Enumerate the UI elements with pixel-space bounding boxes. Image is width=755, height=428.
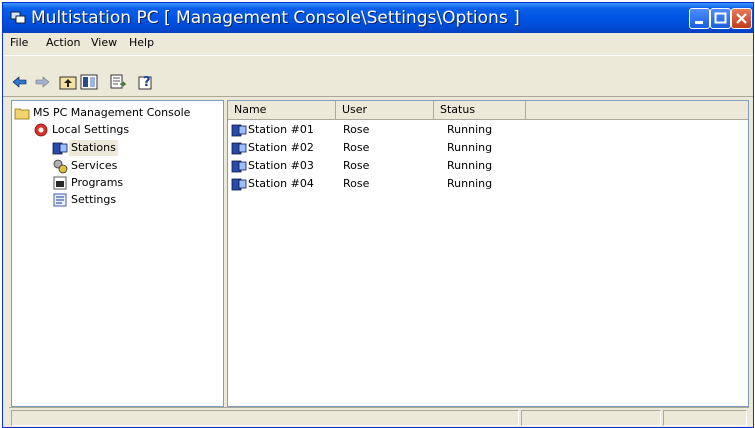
main-window: Multistation PC [ Management Console\Set… [2,2,754,428]
column-status-header[interactable]: Status [434,101,526,119]
close-icon [736,13,747,24]
tree-root-label: MS PC Management Console [33,106,191,119]
tree-local-settings-label: Local Settings [52,123,130,136]
tree-programs-label: Programs [71,176,124,189]
menu-view[interactable]: View [91,36,117,49]
maximize-icon [714,12,727,24]
status-pane-2 [521,410,661,426]
menu-bar: File Action View Help [3,33,753,53]
title-bar[interactable]: Multistation PC [ Management Console\Set… [3,3,753,33]
close-button[interactable] [731,8,752,29]
forward-arrow-icon[interactable] [33,73,51,91]
station-name: Station #02 [248,141,314,154]
up-folder-icon[interactable] [59,73,77,91]
column-user-header[interactable]: User [336,101,434,119]
station-user: Rose [343,141,370,154]
station-user: Rose [343,159,370,172]
tree-pane: MS PC Management Console Local Settings … [11,100,224,407]
column-name-header[interactable]: Name [228,101,336,119]
station-name: Station #01 [248,123,314,136]
station-user: Rose [343,177,370,190]
settings-icon [53,193,67,207]
station-status: Running [447,123,493,136]
list-item[interactable]: Station #03 Rose Running [228,157,748,175]
window-title: Multistation PC [ Management Console\Set… [31,8,520,28]
station-status: Running [447,177,493,190]
tree-services-label: Services [71,159,118,172]
svg-text:?: ? [143,75,151,90]
app-icon [10,11,26,24]
station-icon [231,160,247,173]
status-pane-main [11,410,519,426]
list-item[interactable]: Station #01 Rose Running [228,121,748,139]
station-status: Running [447,159,493,172]
programs-icon [53,176,67,190]
show-hide-tree-icon[interactable] [80,73,98,91]
minimize-icon [695,21,703,24]
maximize-button[interactable] [710,8,731,29]
status-bar [9,407,749,427]
station-status: Running [447,141,493,154]
station-icon [231,178,247,191]
minimize-button[interactable] [689,8,710,29]
export-list-icon[interactable] [109,73,127,91]
tree-stations-label: Stations [69,140,118,156]
menu-help[interactable]: Help [129,36,154,49]
local-settings-icon [34,123,48,137]
station-icon [231,124,247,137]
station-icon [231,142,247,155]
content-area: MS PC Management Console Local Settings … [6,100,749,407]
services-gear-icon [53,159,68,174]
station-list: Name User Status Station #01 Rose Runnin… [227,100,749,407]
menu-action[interactable]: Action [46,36,80,49]
help-icon[interactable]: ? [137,73,155,91]
status-pane-3 [663,410,747,426]
list-item[interactable]: Station #04 Rose Running [228,175,748,193]
station-name: Station #04 [248,177,314,190]
tree-settings-label: Settings [71,193,117,206]
list-item[interactable]: Station #02 Rose Running [228,139,748,157]
folder-icon [14,108,30,120]
station-name: Station #03 [248,159,314,172]
station-icon [52,142,68,155]
back-arrow-icon[interactable] [11,73,29,91]
toolbar: ? [3,55,753,97]
list-header: Name User Status [228,101,748,120]
station-user: Rose [343,123,370,136]
menu-file[interactable]: File [10,36,28,49]
